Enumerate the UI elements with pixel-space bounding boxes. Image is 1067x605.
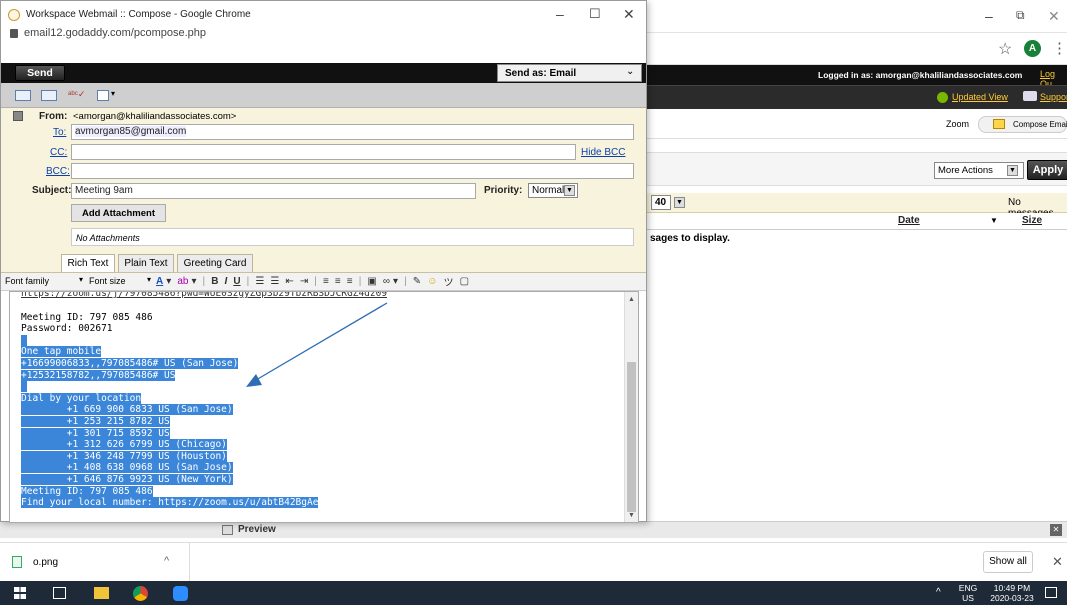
arrow-head — [246, 374, 262, 387]
arrow-line — [255, 302, 388, 381]
annotation-arrow — [246, 302, 388, 387]
